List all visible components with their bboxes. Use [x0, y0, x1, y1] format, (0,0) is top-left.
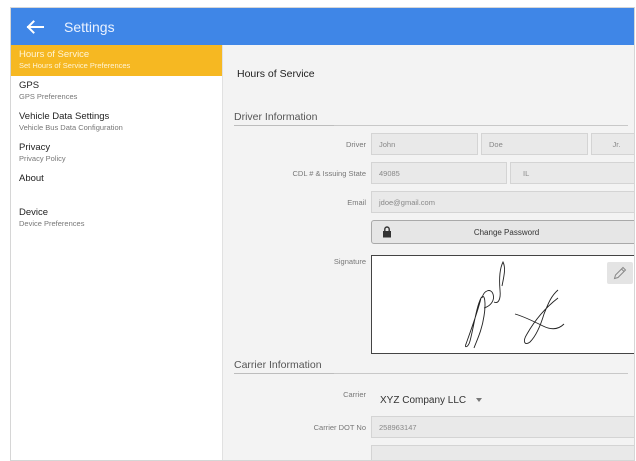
- app-window: Settings Hours of Service Set Hours of S…: [10, 7, 635, 461]
- carrier-dot-field[interactable]: 258963147: [371, 416, 634, 438]
- back-button[interactable]: [24, 16, 46, 38]
- change-password-button[interactable]: Change Password: [371, 220, 634, 244]
- sidebar-item-about[interactable]: About: [11, 169, 222, 190]
- carrier-dot-label: Carrier DOT No: [313, 423, 366, 432]
- app-bar: Settings: [11, 8, 634, 45]
- caret-down-icon: [476, 398, 483, 402]
- sidebar-item-title: Vehicle Data Settings: [19, 111, 110, 122]
- cdl-label: CDL # & Issuing State: [292, 169, 366, 178]
- sidebar-item-title: Privacy: [19, 142, 51, 153]
- email-field[interactable]: jdoe@gmail.com: [371, 191, 634, 213]
- signature-pad[interactable]: [371, 255, 634, 354]
- sidebar-item-subtitle: Privacy Policy: [19, 154, 66, 163]
- edit-signature-button[interactable]: [607, 262, 633, 284]
- page-title: Hours of Service: [237, 68, 315, 80]
- sidebar-item-title: About: [19, 173, 44, 184]
- pencil-icon: [613, 266, 627, 280]
- sidebar-item-subtitle: Vehicle Bus Data Configuration: [19, 123, 123, 132]
- carrier-section-title: Carrier Information: [234, 359, 334, 374]
- sidebar-item-title: Hours of Service: [19, 49, 90, 60]
- driver-last-name-field[interactable]: Doe: [481, 133, 588, 155]
- change-password-label: Change Password: [473, 227, 540, 237]
- arrow-left-icon: [26, 19, 44, 34]
- driver-suffix-field[interactable]: Jr.: [591, 133, 634, 155]
- carrier-dropdown[interactable]: XYZ Company LLC: [380, 391, 483, 409]
- driver-section-title: Driver Information: [234, 111, 334, 126]
- sidebar-item-privacy[interactable]: Privacy Privacy Policy: [11, 138, 222, 169]
- cdl-state-field[interactable]: IL: [510, 162, 634, 184]
- sidebar-item-title: GPS: [19, 80, 40, 91]
- sidebar-item-title: Device: [19, 207, 49, 218]
- settings-content: Hours of Service Driver Information Driv…: [224, 45, 634, 460]
- sidebar-item-subtitle: Set Hours of Service Preferences: [19, 61, 131, 70]
- sidebar-item-gps[interactable]: GPS GPS Preferences: [11, 76, 222, 107]
- carrier-address-field[interactable]: [371, 445, 634, 460]
- app-bar-title: Settings: [64, 18, 115, 35]
- settings-sidebar: Hours of Service Set Hours of Service Pr…: [11, 45, 223, 460]
- sidebar-item-subtitle: GPS Preferences: [19, 92, 78, 101]
- carrier-selected-value: XYZ Company LLC: [380, 394, 467, 406]
- sidebar-item-subtitle: Device Preferences: [19, 219, 85, 228]
- sidebar-item-device[interactable]: Device Device Preferences: [11, 203, 222, 234]
- sidebar-item-vehicle-data-settings[interactable]: Vehicle Data Settings Vehicle Bus Data C…: [11, 107, 222, 138]
- email-label: Email: [347, 198, 366, 207]
- cdl-number-field[interactable]: 49085: [371, 162, 507, 184]
- sidebar-item-hours-of-service[interactable]: Hours of Service Set Hours of Service Pr…: [11, 45, 222, 76]
- signature-drawing: [465, 260, 565, 349]
- lock-icon: [383, 226, 391, 238]
- carrier-label: Carrier: [343, 390, 366, 399]
- signature-label: Signature: [333, 257, 366, 266]
- driver-label: Driver: [346, 140, 366, 149]
- driver-first-name-field[interactable]: John: [371, 133, 478, 155]
